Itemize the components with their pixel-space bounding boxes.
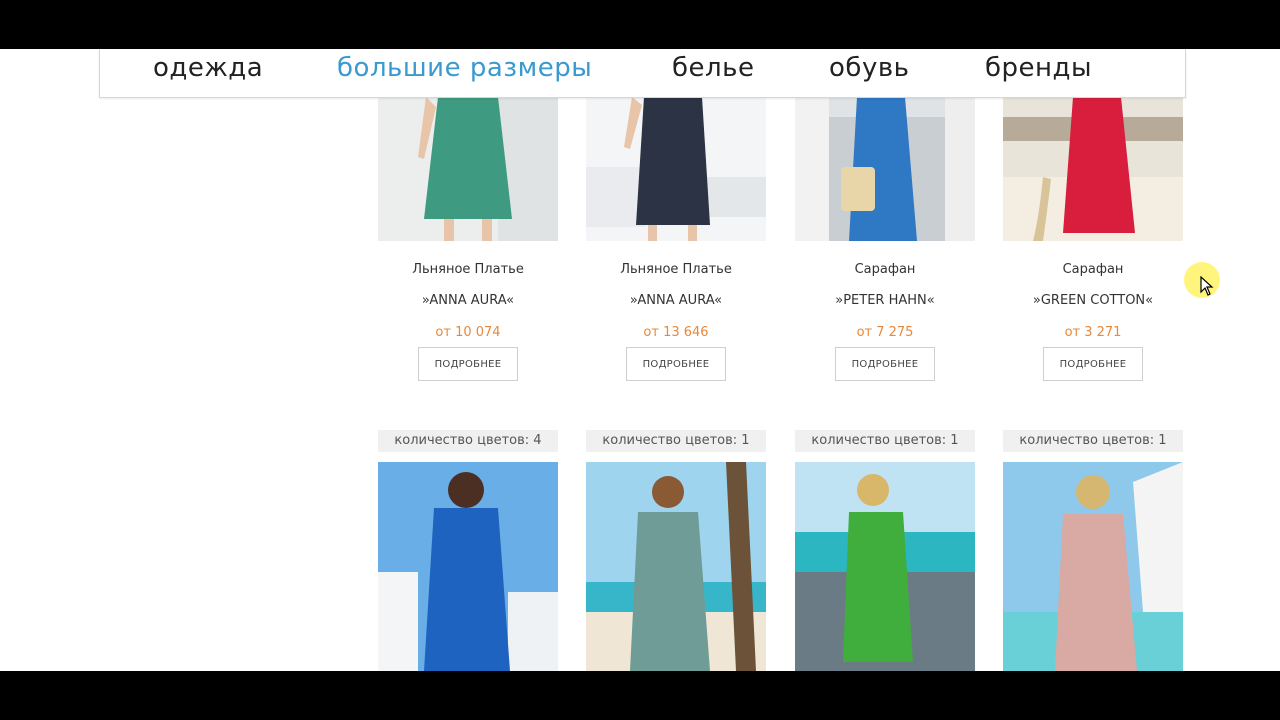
product-price: от 10 074 bbox=[435, 325, 501, 340]
nav-item-lingerie[interactable]: белье bbox=[672, 53, 754, 83]
nav-item-brands[interactable]: бренды bbox=[985, 53, 1092, 83]
product-image[interactable] bbox=[586, 97, 766, 241]
product-price: от 13 646 bbox=[643, 325, 709, 340]
product-title[interactable]: Льняное Платье bbox=[378, 262, 558, 277]
product-image[interactable] bbox=[378, 462, 558, 671]
product-price: от 3 271 bbox=[1064, 325, 1122, 340]
letterbox-top bbox=[0, 0, 1280, 49]
details-button[interactable]: ПОДРОБНЕЕ bbox=[418, 347, 518, 381]
details-button[interactable]: ПОДРОБНЕЕ bbox=[1043, 347, 1143, 381]
letterbox-bottom bbox=[0, 671, 1280, 720]
product-title[interactable]: Сарафан bbox=[1003, 262, 1183, 277]
product-image[interactable] bbox=[1003, 97, 1183, 241]
product-brand[interactable]: »ANNA AURA« bbox=[586, 293, 766, 308]
colors-count-badge: количество цветов: 4 bbox=[378, 430, 558, 452]
product-image[interactable] bbox=[1003, 462, 1183, 671]
mouse-pointer-icon bbox=[1184, 262, 1220, 298]
nav-item-plus-sizes[interactable]: большие размеры bbox=[337, 53, 592, 83]
details-button[interactable]: ПОДРОБНЕЕ bbox=[835, 347, 935, 381]
product-image[interactable] bbox=[586, 462, 766, 671]
product-image[interactable] bbox=[378, 97, 558, 241]
colors-count-badge: количество цветов: 1 bbox=[586, 430, 766, 452]
browser-viewport: одежда большие размеры белье обувь бренд… bbox=[0, 49, 1280, 671]
colors-count-badge: количество цветов: 1 bbox=[1003, 430, 1183, 452]
product-image[interactable] bbox=[795, 462, 975, 671]
details-button[interactable]: ПОДРОБНЕЕ bbox=[626, 347, 726, 381]
product-price: от 7 275 bbox=[856, 325, 914, 340]
colors-count-badge: количество цветов: 1 bbox=[795, 430, 975, 452]
product-title[interactable]: Льняное Платье bbox=[586, 262, 766, 277]
product-brand[interactable]: »GREEN COTTON« bbox=[1003, 293, 1183, 308]
main-nav: одежда большие размеры белье обувь бренд… bbox=[99, 49, 1186, 98]
product-image[interactable] bbox=[795, 97, 975, 241]
nav-item-clothing[interactable]: одежда bbox=[153, 53, 263, 83]
nav-item-shoes[interactable]: обувь bbox=[829, 53, 909, 83]
product-title[interactable]: Сарафан bbox=[795, 262, 975, 277]
product-brand[interactable]: »ANNA AURA« bbox=[378, 293, 558, 308]
product-brand[interactable]: »PETER HAHN« bbox=[795, 293, 975, 308]
